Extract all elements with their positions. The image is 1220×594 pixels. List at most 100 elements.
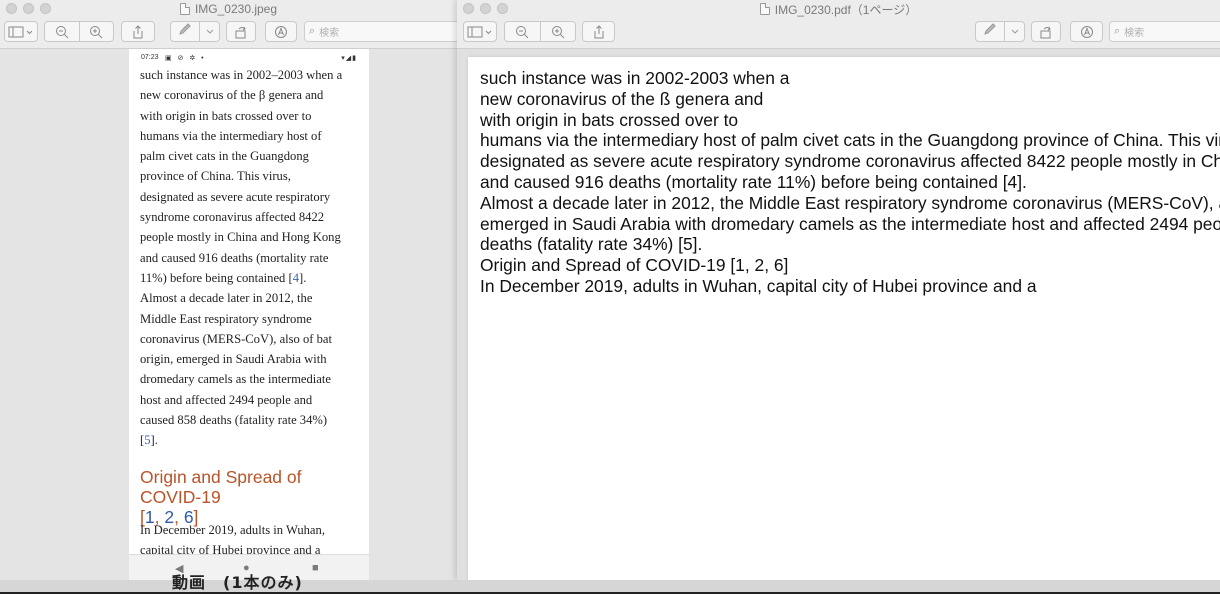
- heading-title: Origin and Spread of COVID-19: [140, 467, 302, 507]
- rotate-icon: [235, 26, 246, 38]
- recents-icon: ■: [312, 562, 319, 574]
- zoom-in-button[interactable]: [80, 25, 114, 39]
- markup-pen: [171, 22, 201, 41]
- article-line: people mostly in China and Hong Kong: [140, 230, 341, 245]
- zoom-in-icon: [551, 25, 565, 38]
- toolbar: ⌕ 検索: [457, 18, 1220, 49]
- article-line: In December 2019, adults in Wuhan,: [140, 523, 325, 537]
- markup-dropdown[interactable]: [1005, 29, 1024, 35]
- line-text: ].: [299, 270, 307, 285]
- minimize-button[interactable]: [23, 3, 34, 14]
- chevron-down-icon: [1011, 29, 1018, 34]
- zoom-controls: [504, 21, 576, 42]
- window-title: IMG_0230.pdf（1ページ）: [774, 2, 918, 17]
- window-controls: [463, 3, 508, 14]
- share-button[interactable]: [121, 21, 155, 42]
- rotate-button[interactable]: [1031, 21, 1061, 42]
- pdf-viewport[interactable]: such instance was in 2002-2003 when a ne…: [457, 49, 1220, 580]
- pdf-page: such instance was in 2002-2003 when a ne…: [468, 57, 1220, 580]
- pdf-line: deaths (fatality rate 34%) [5].: [480, 234, 703, 255]
- close-button[interactable]: [463, 3, 474, 14]
- preview-window-jpeg: IMG_0230.jpeg ⌕ 検索 07:23 ▣ ⊘ ✲ • ▾◢▮ suc…: [0, 0, 458, 580]
- annotate-button[interactable]: [265, 21, 297, 42]
- annotate-icon: [275, 25, 287, 38]
- sidebar-toggle-button[interactable]: [463, 21, 497, 42]
- rotate-icon: [1040, 26, 1051, 38]
- pdf-line: and caused 916 deaths (mortality rate 11…: [480, 171, 1027, 192]
- titlebar[interactable]: IMG_0230.pdf（1ページ）: [457, 0, 1220, 18]
- zoom-in-icon: [90, 25, 103, 38]
- article-line: Almost a decade later in 2012, the: [140, 291, 313, 306]
- pdf-line: such instance was in 2002-2003 when a: [480, 68, 790, 88]
- pdf-line: emerged in Saudi Arabia with dromedary c…: [480, 213, 1220, 234]
- document-icon: [179, 3, 190, 15]
- markup-button[interactable]: [170, 21, 220, 42]
- sidebar-icon: [467, 26, 492, 37]
- article-line: designated as severe acute respiratory: [140, 189, 331, 204]
- line-text: ].: [150, 433, 158, 448]
- article-line: Middle East respiratory syndrome: [140, 311, 312, 326]
- search-placeholder: 検索: [319, 28, 340, 39]
- search-placeholder: 検索: [1124, 28, 1145, 39]
- article-line: dromedary camels as the intermediate: [140, 372, 331, 387]
- markup-button[interactable]: [975, 21, 1025, 42]
- share-icon: [594, 24, 603, 38]
- search-field[interactable]: ⌕ 検索: [1109, 21, 1220, 42]
- article-line: [5].: [140, 430, 362, 450]
- share-icon: [133, 24, 143, 38]
- article-line: host and affected 2494 people and: [140, 392, 313, 407]
- share-button[interactable]: [582, 21, 615, 42]
- article-line: with origin in bats crossed over to: [140, 108, 312, 123]
- pdf-line: In December 2019, adults in Wuhan, capit…: [480, 275, 1037, 296]
- phone-screenshot: 07:23 ▣ ⊘ ✲ • ▾◢▮ such instance was in 2…: [129, 49, 369, 580]
- article-line: caused 858 deaths (fatality rate 34%): [140, 413, 328, 428]
- article-line: origin, emerged in Saudi Arabia with: [140, 352, 327, 367]
- search-field[interactable]: ⌕ 検索: [304, 21, 457, 42]
- zoom-in-button[interactable]: [541, 25, 576, 39]
- titlebar[interactable]: IMG_0230.jpeg: [0, 0, 457, 18]
- annotate-button[interactable]: [1070, 21, 1103, 42]
- section-heading: Origin and Spread of COVID-19 [1, 2, 6]: [140, 467, 362, 527]
- toolbar: ⌕ 検索: [0, 18, 457, 49]
- zoom-button[interactable]: [40, 3, 51, 14]
- pdf-line: Origin and Spread of COVID-19 [1, 2, 6]: [480, 255, 789, 276]
- status-left-icons: ▣ ⊘ ✲ •: [165, 55, 206, 62]
- article-line: and caused 916 deaths (mortality rate: [140, 250, 329, 265]
- pen-icon: [179, 23, 191, 35]
- close-button[interactable]: [6, 3, 17, 14]
- minimize-button[interactable]: [480, 3, 491, 14]
- sidebar-toggle-button[interactable]: [4, 21, 38, 42]
- search-icon: ⌕: [1114, 25, 1121, 37]
- status-right-icons: ▾◢▮: [341, 55, 357, 62]
- document-icon: [759, 3, 770, 15]
- rotate-button[interactable]: [226, 21, 256, 42]
- window-controls: [6, 3, 51, 14]
- article-line: 11%) before being contained [4].: [140, 268, 362, 288]
- zoom-out-button[interactable]: [505, 22, 541, 41]
- zoom-button[interactable]: [497, 3, 508, 14]
- pdf-line: with origin in bats crossed over to: [480, 109, 739, 130]
- article-line: province of China. This virus,: [140, 169, 291, 184]
- markup-dropdown[interactable]: [200, 29, 219, 35]
- sidebar-icon: [8, 26, 33, 37]
- zoom-out-icon: [55, 26, 69, 39]
- annotate-icon: [1080, 25, 1093, 38]
- markup-pen: [976, 22, 1006, 41]
- status-time: 07:23: [141, 54, 159, 61]
- article-line: humans via the intermediary host of: [140, 128, 322, 143]
- pdf-line: Almost a decade later in 2012, the Middl…: [480, 192, 1220, 213]
- pdf-text-block: such instance was in 2002-2003 when a ne…: [480, 68, 1220, 297]
- article-line: new coronavirus of the β genera and: [140, 88, 324, 103]
- zoom-out-button[interactable]: [45, 22, 80, 41]
- pdf-line: designated as severe acute respiratory s…: [480, 151, 1220, 172]
- desktop-item-label: 動画 (1本のみ): [172, 573, 303, 592]
- phone-status-bar: 07:23 ▣ ⊘ ✲ • ▾◢▮: [129, 51, 369, 65]
- chevron-down-icon: [206, 29, 213, 34]
- pen-icon: [984, 23, 996, 35]
- article-line: such instance was in 2002–2003 when a: [140, 68, 343, 82]
- zoom-out-icon: [516, 26, 529, 39]
- line-text: 11%) before being contained [: [140, 270, 293, 285]
- article-line: palm civet cats in the Guangdong: [140, 149, 309, 164]
- search-icon: ⌕: [309, 25, 316, 37]
- image-viewport[interactable]: 07:23 ▣ ⊘ ✲ • ▾◢▮ such instance was in 2…: [0, 49, 457, 580]
